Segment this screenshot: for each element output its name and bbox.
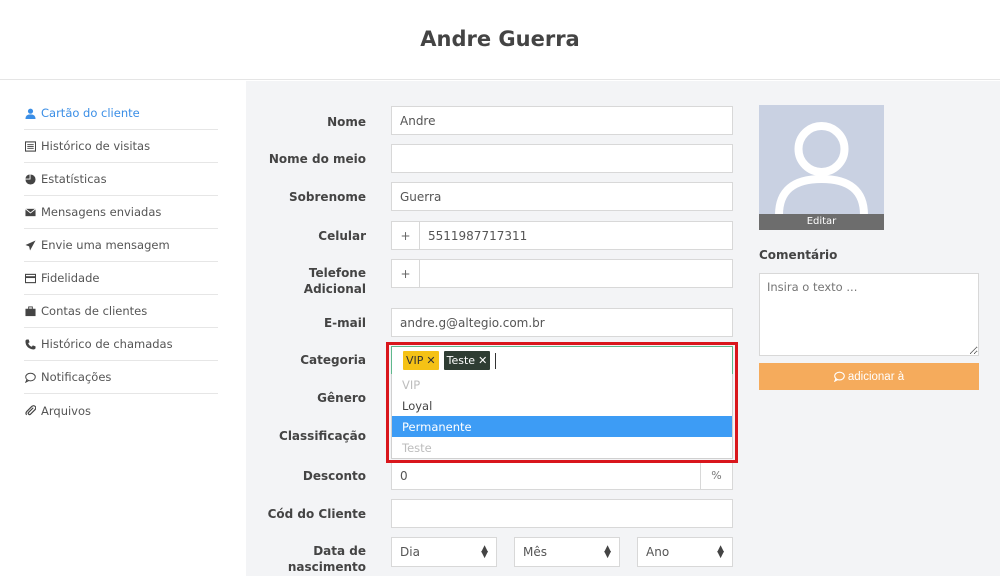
sidebar-item-contas-clientes[interactable]: Contas de clientes [24,295,218,328]
avatar-placeholder-icon [775,122,868,216]
sidebar-item-label: Contas de clientes [41,304,148,318]
envelope-icon [24,206,37,219]
comment-label: Comentário [759,248,838,262]
select-arrows-icon: ▲ ▼ [604,544,611,560]
email-input[interactable]: andre.g@altegio.com.br [391,308,733,337]
sidebar-item-label: Notificações [41,370,112,384]
select-arrows-icon: ▲ ▼ [717,544,724,560]
paperclip-icon [24,404,37,417]
pie-chart-icon [24,173,37,186]
country-code-button[interactable]: + [392,260,420,287]
list-icon [24,140,37,153]
sidebar-item-estatisticas[interactable]: Estatísticas [24,163,218,196]
celular-label: Celular [318,229,366,243]
page-header: Andre Guerra [0,0,1000,80]
sidebar-item-notificacoes[interactable]: Notificações [24,361,218,394]
phone-icon [24,338,37,351]
sidebar-item-label: Arquivos [41,403,92,418]
sidebar-item-historico-visitas[interactable]: Histórico de visitas [24,130,218,163]
sidebar-item-label: Mensagens enviadas [41,205,162,219]
chat-bubble-icon [24,371,37,384]
sidebar-item-arquivos[interactable]: Arquivos [24,394,218,427]
cod-cliente-label: Cód do Cliente [267,507,366,521]
classificacao-label: Classificação [279,429,366,443]
select-arrows-icon: ▲ ▼ [481,544,488,560]
sidebar-item-label: Histórico de visitas [41,139,151,153]
celular-input[interactable]: 5511987717311 [420,229,527,243]
nome-meio-label: Nome do meio [268,152,366,166]
sidebar-item-historico-chamadas[interactable]: Histórico de chamadas [24,328,218,361]
nome-input[interactable]: Andre [391,106,733,135]
desconto-field[interactable]: 0 % [391,461,733,490]
sidebar-item-mensagens-enviadas[interactable]: Mensagens enviadas [24,196,218,229]
avatar[interactable]: Editar [759,105,884,230]
comment-textarea[interactable] [759,273,979,356]
nascimento-label: Data de nascimento [287,544,366,574]
sidebar-item-label: Cartão do cliente [41,106,140,120]
sidebar-item-envie-mensagem[interactable]: Envie uma mensagem [24,229,218,262]
send-icon [24,239,37,252]
sobrenome-input[interactable]: Guerra [391,182,733,211]
page-title: Andre Guerra [420,27,580,51]
sidebar-item-label: Estatísticas [41,172,107,186]
card-icon [24,272,37,285]
celular-field[interactable]: + 5511987717311 [391,221,733,250]
sidebar-item-label: Envie uma mensagem [41,238,170,252]
telefone-field[interactable]: + [391,259,733,288]
sidebar-item-label: Fidelidade [41,271,100,285]
sidebar-item-label: Histórico de chamadas [41,337,173,351]
briefcase-icon [24,305,37,318]
dia-select[interactable]: Dia ▲ ▼ [391,537,497,567]
sidebar: Cartão do cliente Histórico de visitas E… [24,97,246,427]
chat-bubble-icon [833,371,845,382]
desconto-label: Desconto [302,469,366,483]
nome-meio-input[interactable] [391,144,733,173]
add-comment-button[interactable]: adicionar à [759,363,979,390]
nome-label: Nome [327,115,366,129]
email-label: E-mail [323,316,366,330]
user-icon [24,107,37,120]
desconto-input[interactable]: 0 [400,469,408,483]
percent-suffix: % [700,462,732,489]
categoria-label: Categoria [300,353,366,367]
cod-cliente-input[interactable] [391,499,733,528]
sobrenome-label: Sobrenome [289,190,366,204]
avatar-edit-button[interactable]: Editar [759,214,884,230]
sidebar-item-fidelidade[interactable]: Fidelidade [24,262,218,295]
highlight-outline [386,342,738,463]
telefone-label: Telefone Adicional [303,266,366,296]
country-code-button[interactable]: + [392,222,420,249]
mes-select[interactable]: Mês ▲ ▼ [514,537,620,567]
genero-label: Gênero [317,391,366,405]
ano-select[interactable]: Ano ▲ ▼ [637,537,733,567]
sidebar-item-cartao[interactable]: Cartão do cliente [24,97,218,130]
